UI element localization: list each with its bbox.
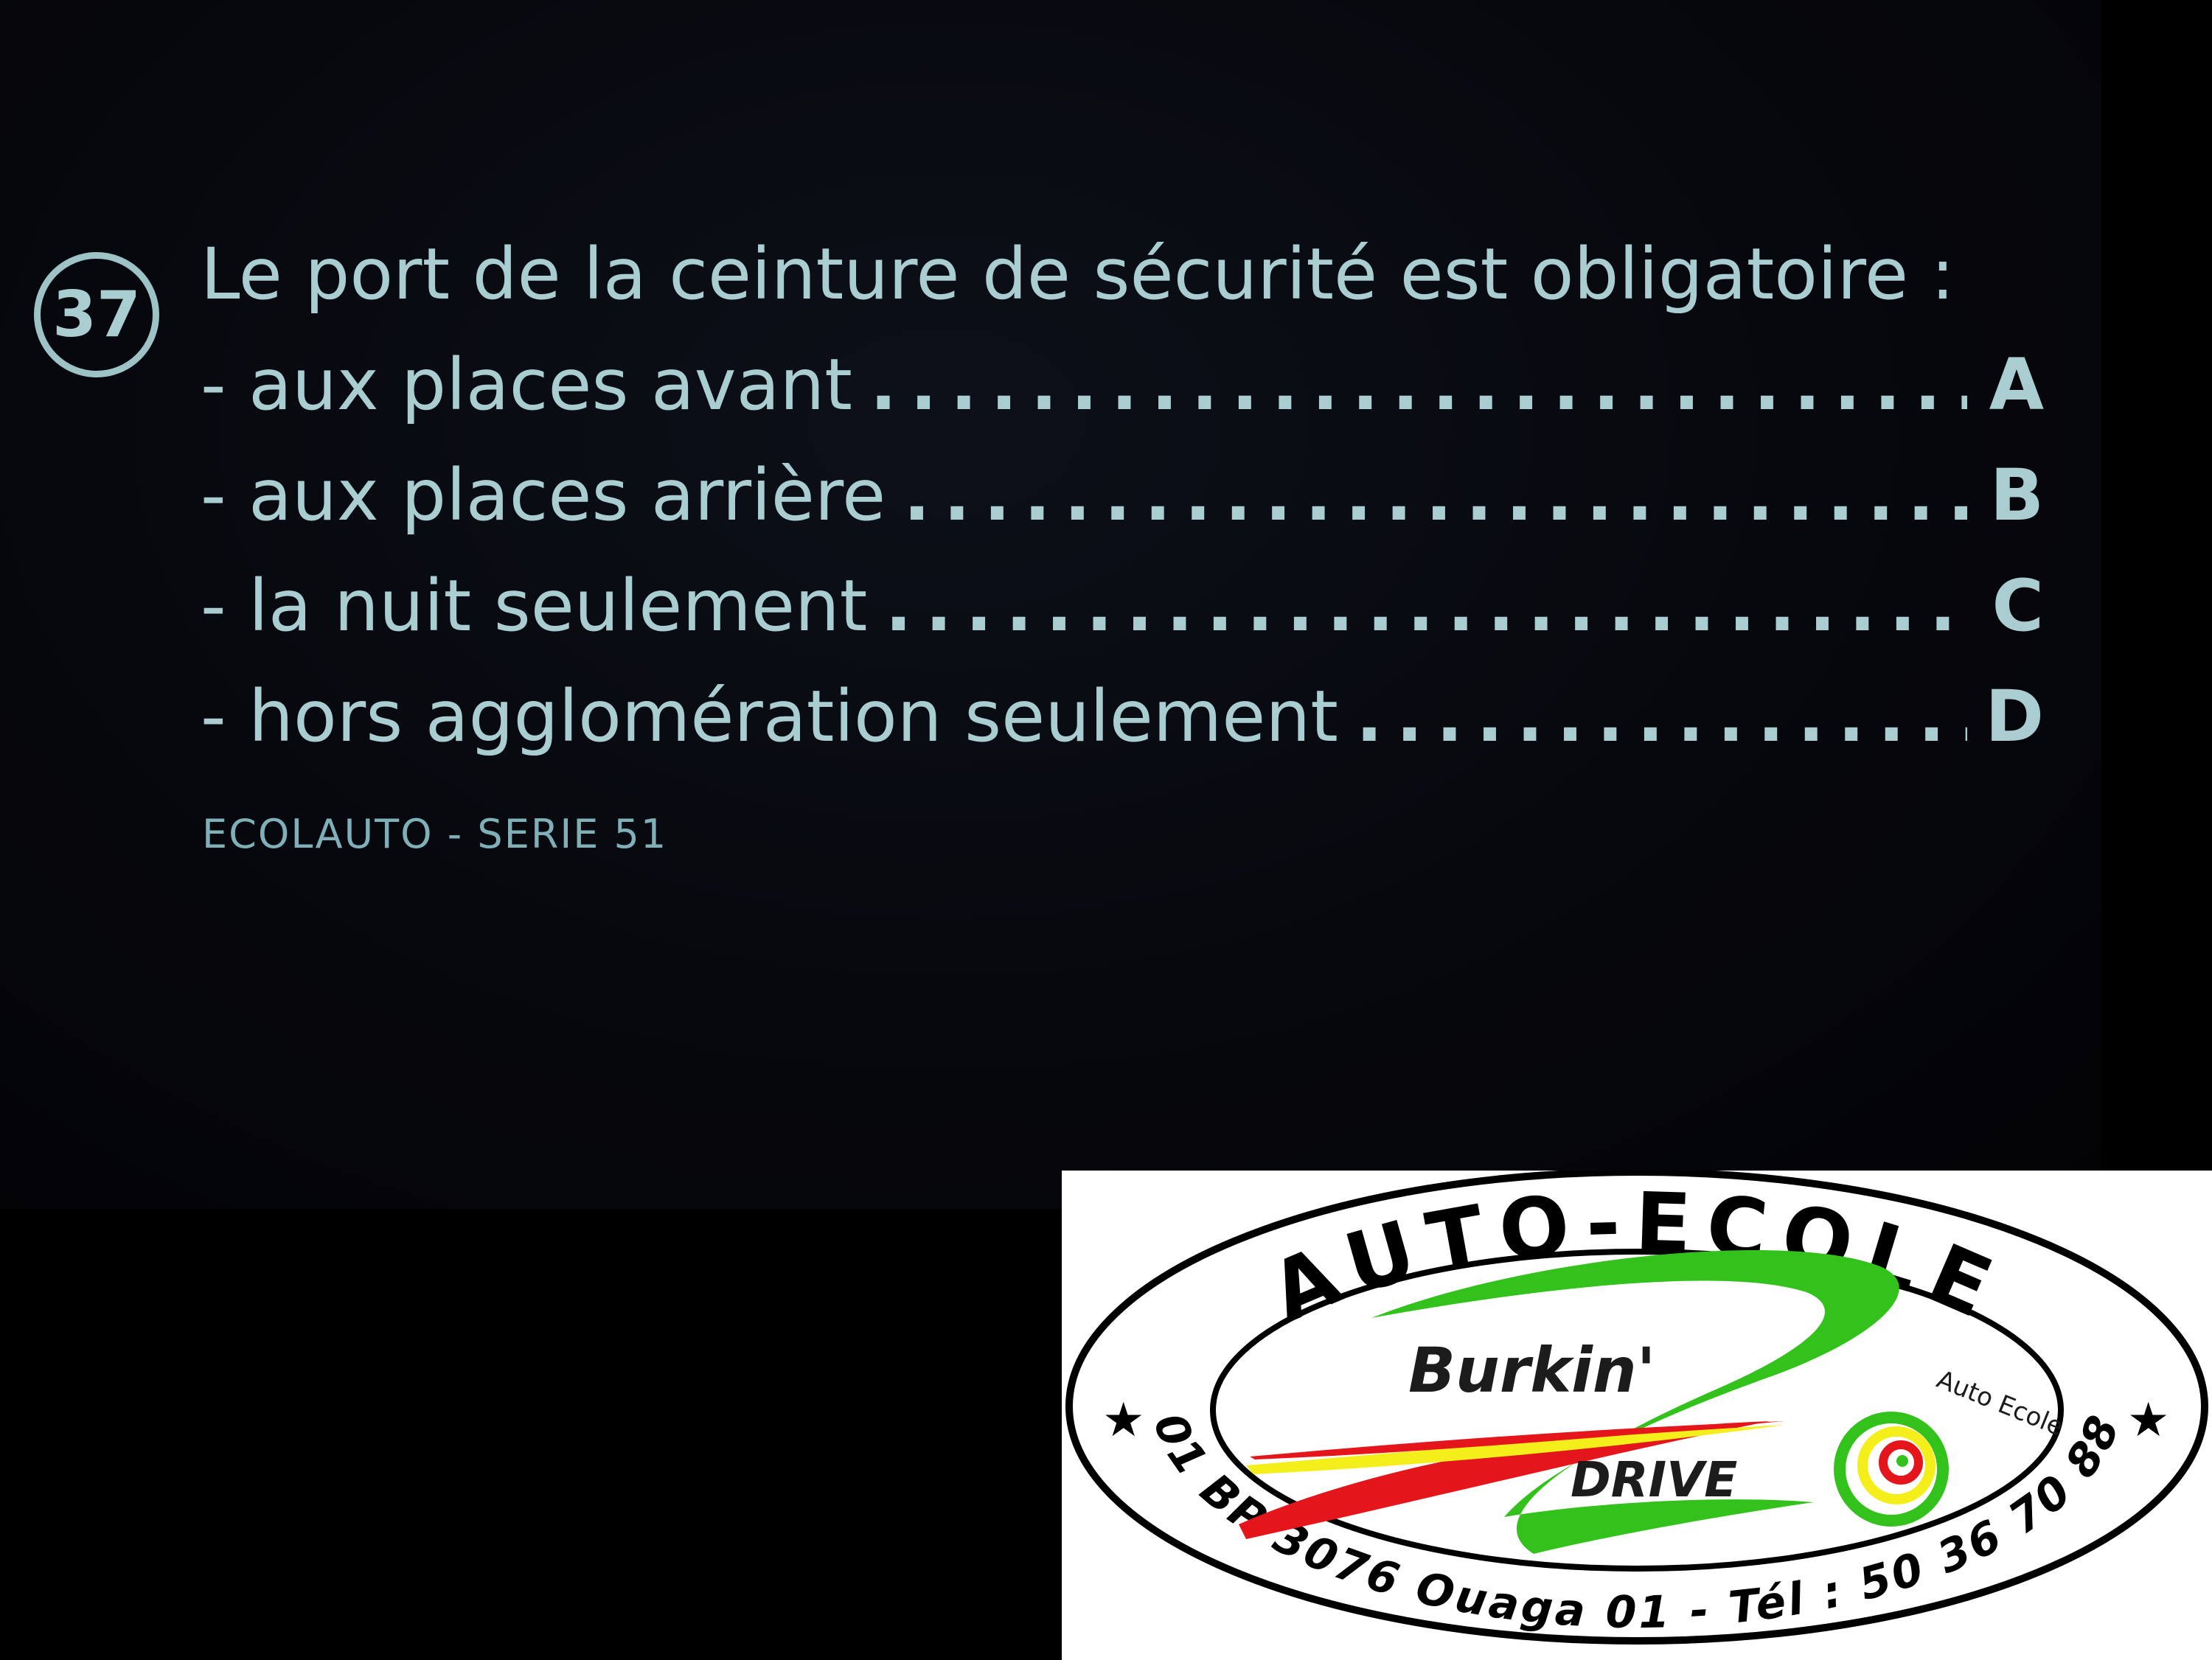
source-label: ECOLAUTO - SERIE 51 <box>202 811 668 857</box>
question-number-badge: 37 <box>34 252 159 377</box>
answer-leader-dots: ........................................… <box>903 454 1967 537</box>
answer-letter: B <box>1989 454 2044 537</box>
star-icon: ★ <box>1102 1393 1144 1448</box>
answer-option-c: - la nuit seulement ....................… <box>201 562 2044 650</box>
answer-leader-dots: ........................................… <box>885 565 1967 647</box>
answer-letter: A <box>1989 343 2044 426</box>
answer-letter: C <box>1992 565 2044 647</box>
brand-name: Burkin' <box>1408 1334 1655 1406</box>
driving-school-logo: AUTO-ECOLE 01 BP 3076 Ouaga 01 - Tél : 5… <box>1062 1171 2212 1660</box>
answer-option-a: - aux places avant .....................… <box>201 341 2044 429</box>
answer-text: - la nuit seulement <box>201 565 868 647</box>
answer-text: - aux places avant <box>201 343 852 426</box>
answer-option-d: - hors agglomération seulement .........… <box>201 672 2044 761</box>
answer-text: - hors agglomération seulement <box>201 675 1338 758</box>
answer-text: - aux places arrière <box>201 454 886 537</box>
answer-leader-dots: ........................................… <box>1355 675 1967 758</box>
answer-option-b: - aux places arrière ...................… <box>201 451 2044 540</box>
answer-leader-dots: ........................................… <box>869 343 1967 426</box>
question-text: Le port de la ceinture de sécurité est o… <box>201 233 1955 315</box>
brand-drive: DRIVE <box>1571 1451 1737 1508</box>
screen-border <box>2101 0 2212 1209</box>
question-number: 37 <box>52 278 141 352</box>
star-icon: ★ <box>2127 1393 2169 1448</box>
logo-emblem: AUTO-ECOLE 01 BP 3076 Ouaga 01 - Tél : 5… <box>1065 1171 2208 1645</box>
answer-letter: D <box>1985 675 2044 758</box>
